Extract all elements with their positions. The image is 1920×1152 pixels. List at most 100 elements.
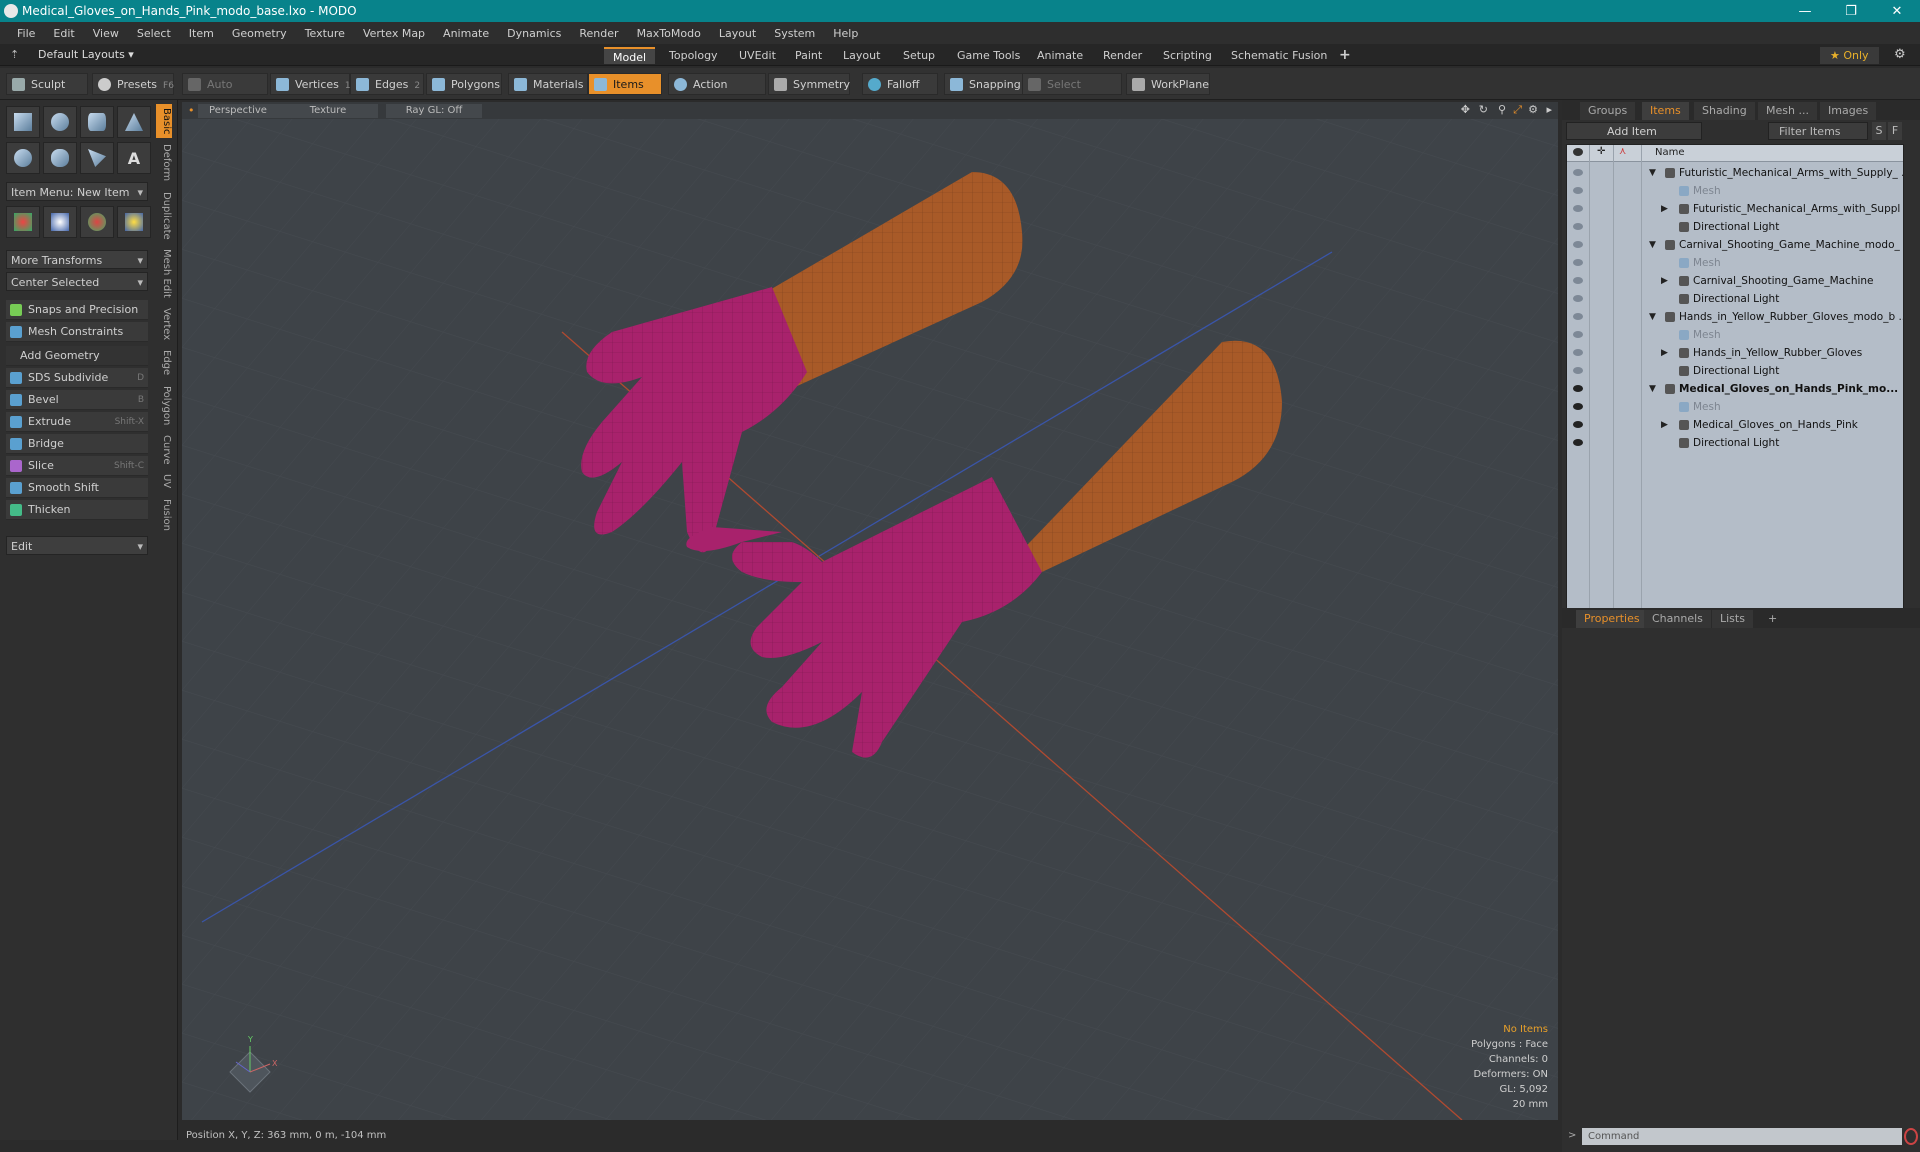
thicken-button[interactable]: Thicken — [6, 500, 148, 520]
vtab-basic[interactable]: Basic — [156, 104, 172, 139]
visibility-eye-icon[interactable] — [1573, 187, 1583, 194]
snapping-button[interactable]: Snapping — [944, 73, 1026, 95]
menu-edit[interactable]: Edit — [44, 27, 83, 40]
gear-icon[interactable]: ⚙ — [1894, 47, 1906, 62]
tab-channels[interactable]: Channels — [1644, 610, 1711, 628]
menu-system[interactable]: System — [765, 27, 824, 40]
visibility-column-icon[interactable] — [1573, 148, 1583, 156]
materials-button[interactable]: Materials — [508, 73, 588, 95]
visibility-eye-icon[interactable] — [1573, 241, 1583, 248]
polygons-button[interactable]: Polygons — [426, 73, 502, 95]
only-toggle[interactable]: ★ Only — [1820, 47, 1879, 64]
list-item[interactable]: ▶ Carnival_Shooting_Game_Machine — [1567, 272, 1903, 290]
lock-column-icon[interactable]: ✛ — [1597, 146, 1605, 157]
visibility-eye-icon[interactable] — [1573, 367, 1583, 374]
orbit-icon[interactable]: ↻ — [1479, 103, 1488, 116]
vtab-polygon[interactable]: Polygon — [156, 382, 172, 429]
render-column-icon[interactable]: ⋏ — [1619, 146, 1626, 157]
visibility-eye-icon[interactable] — [1573, 385, 1583, 392]
menu-geometry[interactable]: Geometry — [223, 27, 296, 40]
minimize-button[interactable]: — — [1782, 4, 1828, 19]
visibility-eye-icon[interactable] — [1573, 439, 1583, 446]
expand-arrow-icon[interactable]: ▼ — [1649, 236, 1656, 254]
expand-arrow-icon[interactable]: ▼ — [1649, 380, 1656, 398]
list-item[interactable]: Directional Light — [1567, 362, 1903, 380]
cone-icon[interactable] — [117, 106, 151, 138]
vtab-curve[interactable]: Curve — [156, 431, 172, 469]
add-tab-button[interactable]: + — [1330, 47, 1360, 64]
viewport-menu-icon[interactable]: • — [188, 104, 195, 117]
visibility-eye-icon[interactable] — [1573, 349, 1583, 356]
record-icon[interactable] — [1904, 1128, 1918, 1145]
vtab-duplicate[interactable]: Duplicate — [156, 188, 172, 244]
tab-layout[interactable]: Layout — [834, 47, 889, 64]
list-item[interactable]: Directional Light — [1567, 218, 1903, 236]
menu-file[interactable]: File — [8, 27, 44, 40]
auto-select-button[interactable]: Auto Select — [182, 73, 268, 113]
menu-select[interactable]: Select — [128, 27, 180, 40]
visibility-eye-icon[interactable] — [1573, 421, 1583, 428]
edges-button[interactable]: Edges 2 — [350, 73, 424, 95]
zoom-icon[interactable]: ⚲ — [1498, 103, 1506, 116]
3d-viewport[interactable]: Y X • Perspective Texture Ray GL: Off ✥ … — [182, 102, 1558, 1120]
cylinder-icon[interactable] — [80, 106, 114, 138]
vtab-mesh-edit[interactable]: Mesh Edit — [156, 245, 172, 302]
list-item[interactable]: ▼ Medical_Gloves_on_Hands_Pink_mo... — [1567, 380, 1903, 398]
menu-vertex-map[interactable]: Vertex Map — [354, 27, 434, 40]
expand-arrow-icon[interactable]: ▶ — [1661, 416, 1668, 434]
menu-item[interactable]: Item — [180, 27, 223, 40]
falloff-button[interactable]: Falloff — [862, 73, 938, 95]
tab-model[interactable]: Model — [604, 47, 656, 64]
vtab-deform[interactable]: Deform — [156, 140, 172, 185]
visibility-eye-icon[interactable] — [1573, 331, 1583, 338]
search-s-button[interactable]: S — [1872, 122, 1886, 140]
center-selected-dropdown[interactable]: Center Selected — [6, 272, 148, 292]
menu-help[interactable]: Help — [824, 27, 867, 40]
viewport-expand-icon[interactable]: ▸ — [1546, 103, 1552, 116]
tab-groups[interactable]: Groups — [1580, 102, 1636, 120]
tab-paint[interactable]: Paint — [786, 47, 831, 64]
tab-render[interactable]: Render — [1094, 47, 1151, 64]
tab-topology[interactable]: Topology — [660, 47, 727, 64]
vtab-edge[interactable]: Edge — [156, 346, 172, 379]
list-item[interactable]: ▼ Futuristic_Mechanical_Arms_with_Supply_… — [1567, 164, 1903, 182]
capsule-icon[interactable] — [43, 142, 77, 174]
tab-properties[interactable]: Properties — [1576, 610, 1648, 628]
tab-shading[interactable]: Shading — [1694, 102, 1755, 120]
close-button[interactable]: ✕ — [1874, 4, 1920, 19]
list-item[interactable]: ▶ Hands_in_Yellow_Rubber_Gloves — [1567, 344, 1903, 362]
smooth-shift-button[interactable]: Smooth Shift — [6, 478, 148, 498]
tab-scripting[interactable]: Scripting — [1154, 47, 1221, 64]
expand-arrow-icon[interactable]: ▶ — [1661, 272, 1668, 290]
sds-subdivide-button[interactable]: SDS Subdivide D — [6, 368, 148, 388]
symmetry-button[interactable]: Symmetry — [768, 73, 850, 95]
transform-icon[interactable] — [117, 206, 151, 238]
raygl-dropdown[interactable]: Ray GL: Off — [386, 104, 482, 118]
menu-dynamics[interactable]: Dynamics — [498, 27, 570, 40]
bevel-button[interactable]: Bevel B — [6, 390, 148, 410]
tab-animate[interactable]: Animate — [1028, 47, 1092, 64]
more-transforms-dropdown[interactable]: More Transforms — [6, 250, 148, 270]
slice-button[interactable]: Slice Shift-C — [6, 456, 148, 476]
list-item[interactable]: ▼ Hands_in_Yellow_Rubber_Gloves_modo_b ..… — [1567, 308, 1903, 326]
extrude-button[interactable]: Extrude Shift-X — [6, 412, 148, 432]
presets-button[interactable]: Presets F6 — [92, 73, 174, 95]
layout-pin-icon[interactable]: ⇡ — [10, 48, 19, 61]
filter-f-button[interactable]: F — [1888, 122, 1902, 140]
menu-view[interactable]: View — [84, 27, 128, 40]
tab-schematic-fusion[interactable]: Schematic Fusion — [1222, 47, 1336, 64]
list-item[interactable]: Mesh — [1567, 326, 1903, 344]
vtab-fusion[interactable]: Fusion — [156, 495, 172, 535]
torus-icon[interactable] — [6, 142, 40, 174]
tab-items[interactable]: Items — [1642, 102, 1689, 120]
mesh-constraints-button[interactable]: Mesh Constraints — [6, 322, 148, 342]
command-input[interactable]: Command — [1582, 1128, 1902, 1145]
sphere-icon[interactable] — [43, 106, 77, 138]
add-properties-tab[interactable]: + — [1760, 610, 1785, 628]
scale-icon[interactable] — [80, 206, 114, 238]
list-item[interactable]: Mesh — [1567, 182, 1903, 200]
visibility-eye-icon[interactable] — [1573, 403, 1583, 410]
name-column-header[interactable]: Name — [1655, 147, 1685, 158]
filter-items-input[interactable]: Filter Items — [1768, 122, 1868, 140]
list-item[interactable]: ▶ Futuristic_Mechanical_Arms_with_Suppl — [1567, 200, 1903, 218]
